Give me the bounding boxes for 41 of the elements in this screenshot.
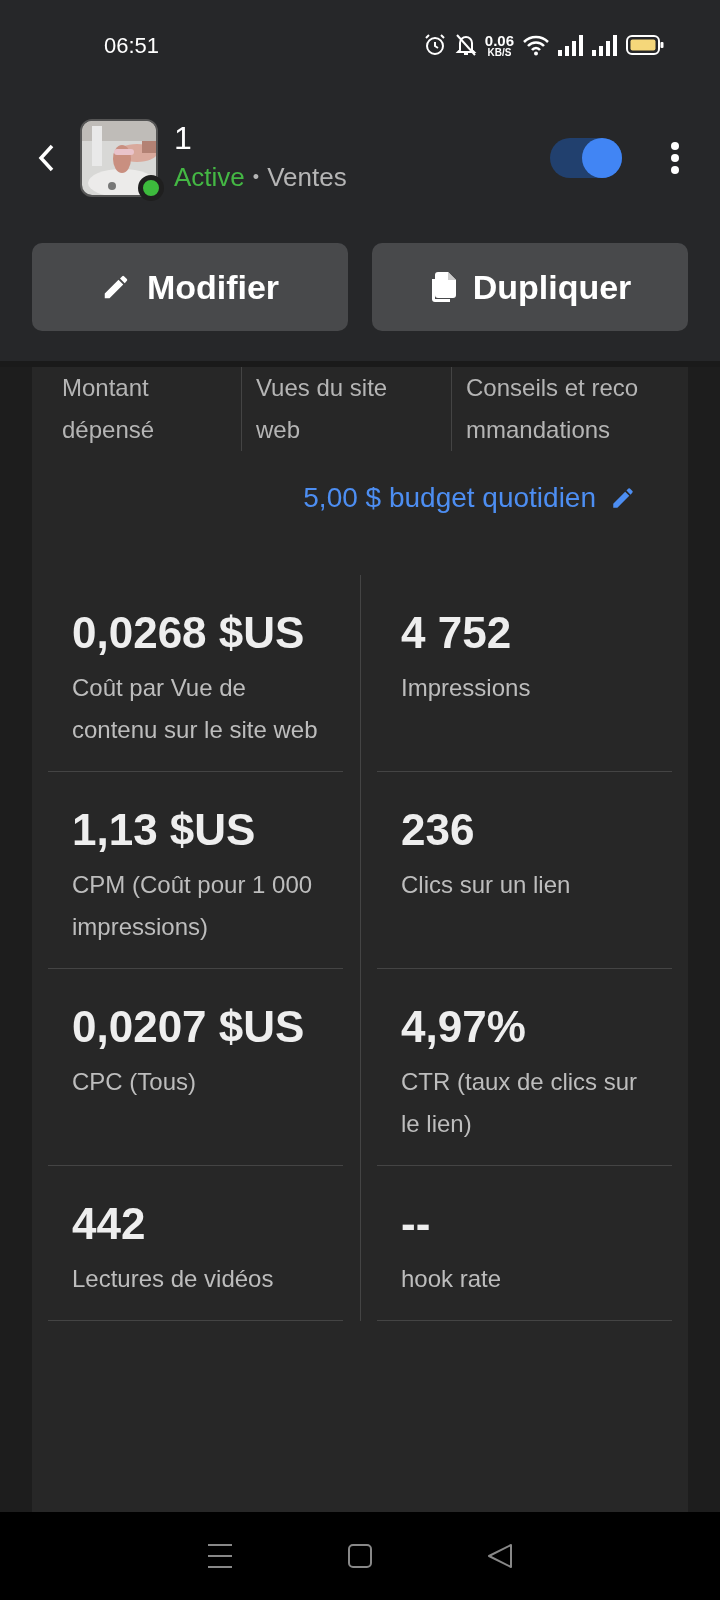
tab[interactable]: Conseils et recommandations (451, 367, 672, 451)
metric-label: CTR (taux de clics sur le lien) (401, 1067, 639, 1139)
separator: • (252, 166, 260, 189)
tab[interactable]: Vues du site web (241, 367, 451, 451)
metric-value: 4,97% (401, 1001, 527, 1053)
metric-label: Clics sur un lien (401, 870, 572, 900)
home-icon[interactable] (347, 1543, 373, 1569)
speed-unit: KB/S (487, 47, 512, 58)
pencil-icon (610, 485, 636, 511)
metric-value: 1,13 $US (72, 804, 257, 856)
daily-budget-link[interactable]: 5,00 $ budget quotidien (303, 477, 636, 519)
metric-label: CPM (Coût pour 1 000 impressions) (72, 870, 314, 942)
network-speed: 0.06 (484, 32, 514, 48)
edit-button[interactable]: Modifier (32, 243, 348, 331)
metric-label: Coût par Vue de contenu sur le site web (72, 673, 319, 745)
metric-label: CPC (Tous) (72, 1067, 198, 1097)
metric-value: 442 (72, 1198, 147, 1250)
muted-bell-icon (454, 33, 477, 57)
metric-label: Impressions (401, 673, 532, 703)
metric-label: hook rate (401, 1264, 503, 1294)
signal-icon (558, 34, 584, 56)
wifi-icon (522, 34, 550, 56)
more-icon[interactable] (670, 140, 680, 175)
back-icon[interactable] (36, 142, 56, 173)
metric-value: 236 (401, 804, 476, 856)
category-text: Ventes (267, 161, 347, 194)
metric-value: 4 752 (401, 607, 513, 659)
menu-icon[interactable] (206, 1543, 235, 1569)
battery-icon (626, 34, 664, 56)
tab[interactable]: Montant dépensé (48, 367, 241, 451)
metric-value: 0,0207 $US (72, 1001, 306, 1053)
duplicate-button[interactable]: Dupliquer (372, 243, 688, 331)
signal-icon (592, 34, 618, 56)
metric-value: -- (401, 1198, 432, 1250)
metric-label: Lectures de vidéos (72, 1264, 275, 1294)
metric-value: 0,0268 $US (72, 607, 306, 659)
clock-time: 06:51 (104, 31, 160, 60)
campaign-title: 1 (174, 119, 193, 158)
status-text: Active (174, 161, 245, 194)
back-icon[interactable] (485, 1542, 514, 1570)
toggle-switch[interactable] (550, 137, 622, 178)
